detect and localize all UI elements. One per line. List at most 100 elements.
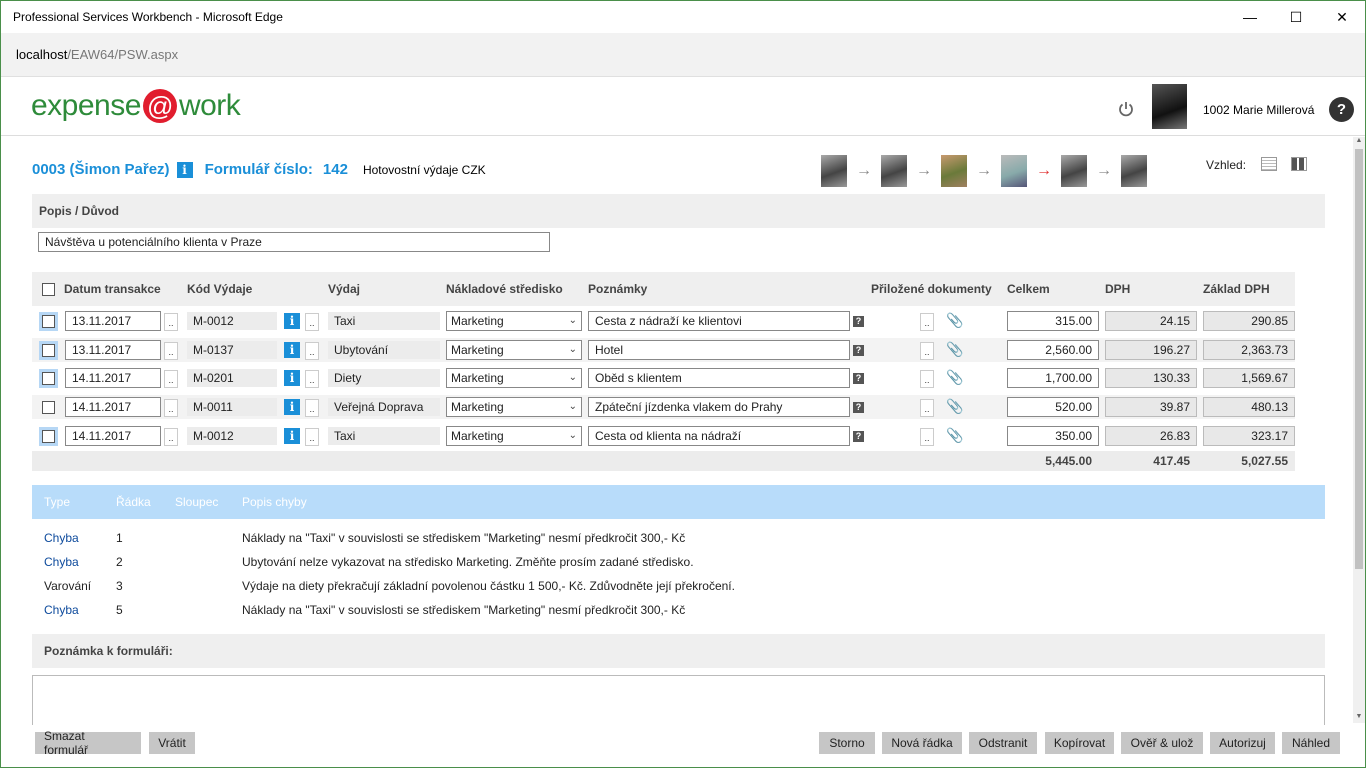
verify-save-button[interactable]: Ověř & ulož [1121, 732, 1203, 754]
logo-text-right: work [178, 89, 241, 122]
note-input[interactable]: Hotel [588, 340, 850, 360]
copy-button[interactable]: Kopírovat [1045, 732, 1114, 754]
paperclip-icon[interactable]: 📎 [946, 341, 963, 358]
date-picker-button[interactable]: .. [164, 342, 178, 360]
paperclip-icon[interactable]: 📎 [946, 369, 963, 386]
question-icon[interactable]: ? [853, 431, 864, 442]
total-input[interactable]: 520.00 [1007, 397, 1099, 417]
cost-center-select[interactable]: Marketing ⌄ [446, 397, 582, 417]
cost-center-select[interactable]: Marketing ⌄ [446, 368, 582, 388]
row-checkbox[interactable] [39, 312, 58, 331]
close-icon[interactable]: ✕ [1319, 1, 1365, 33]
remove-button[interactable]: Odstranit [969, 732, 1037, 754]
note-input[interactable]: Zpáteční jízdenka vlakem do Prahy [588, 397, 850, 417]
code-info-icon[interactable]: i [284, 428, 300, 444]
error-type[interactable]: Chyba [44, 531, 79, 545]
date-input[interactable]: 14.11.2017 [65, 426, 161, 446]
code-info-icon[interactable]: i [284, 342, 300, 358]
attachment-browse-button[interactable]: .. [920, 370, 934, 388]
error-type[interactable]: Chyba [44, 603, 79, 617]
attachment-browse-button[interactable]: .. [920, 399, 934, 417]
date-picker-button[interactable]: .. [164, 399, 178, 417]
error-row[interactable]: Chyba 1 Náklady na "Taxi" v souvislosti … [32, 528, 1325, 548]
new-row-button[interactable]: Nová řádka [882, 732, 962, 754]
cost-center-select[interactable]: Marketing ⌄ [446, 311, 582, 331]
error-row[interactable]: Chyba 5 Náklady na "Taxi" v souvislosti … [32, 600, 1325, 620]
scroll-up-icon[interactable]: ▲ [1353, 137, 1365, 147]
cancel-button[interactable]: Storno [819, 732, 875, 754]
note-input[interactable]: Oběd s klientem [588, 368, 850, 388]
select-all-checkbox[interactable] [42, 283, 55, 296]
total-input[interactable]: 315.00 [1007, 311, 1099, 331]
note-input[interactable]: Cesta od klienta na nádraží [588, 426, 850, 446]
question-icon[interactable]: ? [853, 402, 864, 413]
delete-form-button[interactable]: Smazat formulář [35, 729, 141, 757]
employee-info-icon[interactable]: i [176, 161, 193, 178]
code-lookup-button[interactable]: .. [305, 399, 319, 417]
question-icon[interactable]: ? [853, 345, 864, 356]
logo-text-left: expense [31, 89, 141, 122]
error-table-header: Type Řádka Sloupec Popis chyby [32, 485, 1325, 519]
list-view-icon[interactable] [1261, 157, 1277, 171]
code-lookup-button[interactable]: .. [305, 313, 319, 331]
row-checkbox[interactable] [42, 401, 55, 414]
date-picker-button[interactable]: .. [164, 313, 178, 331]
error-type[interactable]: Chyba [44, 555, 79, 569]
cost-center-select[interactable]: Marketing ⌄ [446, 426, 582, 446]
help-icon[interactable]: ? [1329, 97, 1354, 122]
scrollbar-thumb[interactable] [1355, 149, 1363, 569]
error-row[interactable]: Varování 3 Výdaje na diety překračují zá… [32, 576, 1325, 596]
code-info-icon[interactable]: i [284, 399, 300, 415]
paperclip-icon[interactable]: 📎 [946, 312, 963, 329]
question-icon[interactable]: ? [853, 316, 864, 327]
address-bar[interactable]: localhost/EAW64/PSW.aspx [1, 33, 1365, 77]
row-checkbox[interactable] [39, 427, 58, 446]
power-icon[interactable] [1117, 100, 1135, 118]
attachment-browse-button[interactable]: .. [920, 342, 934, 360]
code-lookup-button[interactable]: .. [305, 428, 319, 446]
attachment-browse-button[interactable]: .. [920, 313, 934, 331]
authorize-button[interactable]: Autorizuj [1210, 732, 1275, 754]
paperclip-icon[interactable]: 📎 [946, 398, 963, 415]
return-button[interactable]: Vrátit [149, 732, 195, 754]
error-description: Ubytování nelze vykazovat na středisko M… [242, 555, 694, 569]
vertical-scrollbar[interactable]: ▲ ▼ [1353, 137, 1365, 723]
scroll-down-icon[interactable]: ▼ [1353, 713, 1365, 723]
date-input[interactable]: 14.11.2017 [65, 397, 161, 417]
avatar [1152, 84, 1187, 129]
preview-button[interactable]: Náhled [1282, 732, 1340, 754]
note-input[interactable]: Cesta z nádraží ke klientovi [588, 311, 850, 331]
code-info-icon[interactable]: i [284, 313, 300, 329]
row-checkbox[interactable] [39, 341, 58, 360]
date-picker-button[interactable]: .. [164, 370, 178, 388]
detail-view-icon[interactable] [1291, 157, 1307, 171]
vat-base-value: 2,363.73 [1203, 340, 1295, 360]
cost-center-select[interactable]: Marketing ⌄ [446, 340, 582, 360]
row-checkbox[interactable] [39, 369, 58, 388]
total-input[interactable]: 2,560.00 [1007, 340, 1099, 360]
total-sum: 5,445.00 [1045, 454, 1092, 468]
date-input[interactable]: 13.11.2017 [65, 340, 161, 360]
total-input[interactable]: 1,700.00 [1007, 368, 1099, 388]
attachment-browse-button[interactable]: .. [920, 428, 934, 446]
code-lookup-button[interactable]: .. [305, 370, 319, 388]
minimize-icon[interactable]: — [1227, 1, 1273, 33]
total-input[interactable]: 350.00 [1007, 426, 1099, 446]
table-row: 14.11.2017 .. M-0201 i .. Diety Marketin… [32, 366, 1295, 390]
code-info-icon[interactable]: i [284, 370, 300, 386]
error-header-column: Sloupec [175, 495, 219, 509]
cost-center-value: Marketing [451, 314, 504, 328]
date-input[interactable]: 14.11.2017 [65, 368, 161, 388]
question-icon[interactable]: ? [853, 373, 864, 384]
date-input[interactable]: 13.11.2017 [65, 311, 161, 331]
paperclip-icon[interactable]: 📎 [946, 427, 963, 444]
error-row[interactable]: Chyba 2 Ubytování nelze vykazovat na stř… [32, 552, 1325, 572]
note-textarea[interactable] [32, 675, 1325, 725]
form-number: 142 [322, 161, 348, 178]
maximize-icon[interactable]: ☐ [1273, 1, 1319, 33]
description-input[interactable]: Návštěva u potenciálního klienta v Praze [38, 232, 550, 252]
warning-type[interactable]: Varování [44, 579, 91, 593]
workflow-avatar [821, 155, 847, 187]
code-lookup-button[interactable]: .. [305, 342, 319, 360]
date-picker-button[interactable]: .. [164, 428, 178, 446]
